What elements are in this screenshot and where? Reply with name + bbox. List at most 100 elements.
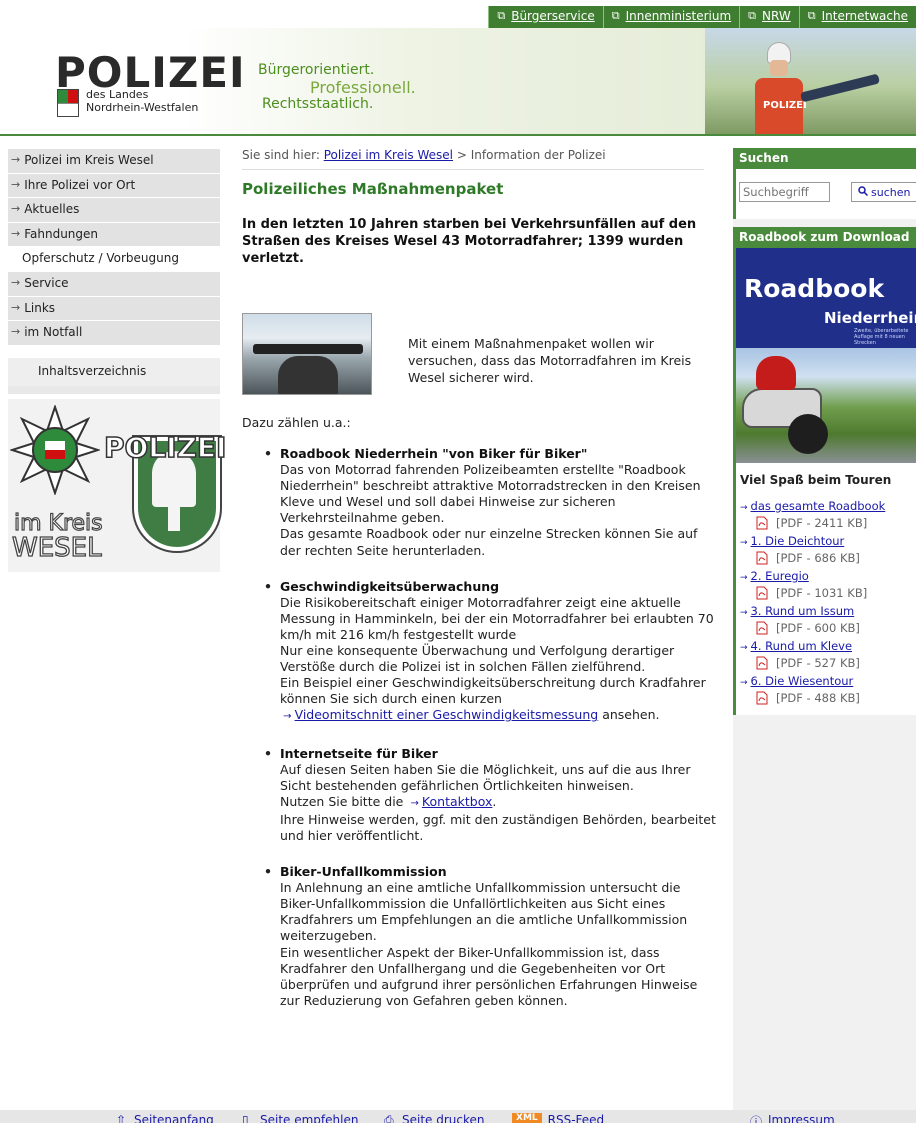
search-input[interactable] bbox=[739, 182, 830, 202]
footer-link-top[interactable]: ⇧ Seitenanfang bbox=[116, 1113, 214, 1123]
bullet-icon: • bbox=[264, 745, 272, 761]
arrow-right-icon: → bbox=[740, 573, 748, 583]
list-item-internetseite: • Internetseite für Biker Auf diesen Sei… bbox=[264, 746, 718, 845]
rss-icon: XML bbox=[512, 1113, 542, 1123]
police-star-icon bbox=[10, 405, 100, 495]
sidebar-item-im-notfall[interactable]: → im Notfall bbox=[8, 321, 220, 346]
search-icon bbox=[858, 186, 869, 201]
arrow-right-icon: → bbox=[740, 608, 748, 618]
sidebar-item-label: Links bbox=[24, 300, 56, 315]
external-link-icon: ⧉ bbox=[807, 9, 816, 22]
top-link-buergerservice[interactable]: ⧉ Bürgerservice bbox=[488, 6, 603, 28]
roadbook-cover-image[interactable]: Roadbook Niederrhein Zweite, überarbeite… bbox=[733, 248, 916, 463]
sidebar-item-service[interactable]: → Service bbox=[8, 271, 220, 297]
footer-link-print[interactable]: ⎙ Seite drucken bbox=[384, 1113, 485, 1123]
top-link-label[interactable]: Innenministerium bbox=[626, 9, 732, 23]
list-item-unfallkommission: • Biker-Unfallkommission In Anlehnung an… bbox=[264, 864, 718, 1009]
item-link-prefix: Nutzen Sie bitte die bbox=[280, 793, 404, 809]
sidebar-item-ihre-polizei-vor-ort[interactable]: → Ihre Polizei vor Ort bbox=[8, 173, 220, 199]
nrw-crest-icon bbox=[57, 89, 79, 117]
tour-link[interactable]: 4. Rund um Kleve bbox=[751, 639, 852, 653]
item-title: Geschwindigkeitsüberwachung bbox=[280, 578, 500, 594]
pdf-icon bbox=[756, 516, 768, 530]
item-link-line: → Videomitschnitt einer Geschwindigkeitsm… bbox=[280, 707, 718, 725]
bullet-icon: • bbox=[264, 446, 272, 461]
sidebar-item-label: im Notfall bbox=[24, 325, 83, 340]
breadcrumb-link[interactable]: Polizei im Kreis Wesel bbox=[324, 148, 453, 162]
pdf-icon bbox=[756, 551, 768, 565]
video-link[interactable]: Videomitschnitt einer Geschwindigkeitsme… bbox=[295, 707, 599, 722]
search-heading: Suchen bbox=[733, 148, 916, 169]
top-links: ⧉ Bürgerservice ⧉ Innenministerium ⧉ NRW ⧉ I… bbox=[488, 6, 916, 28]
item-link-line: Nutzen Sie bitte die → Kontaktbox. bbox=[280, 794, 718, 812]
sidebar-item-polizei-im-kreis-wesel[interactable]: → Polizei im Kreis Wesel bbox=[8, 149, 220, 174]
item-text-2: Nur eine konsequente Überwachung und Ver… bbox=[280, 643, 675, 675]
arrow-right-icon: → bbox=[11, 275, 21, 289]
tour-item: → 4. Rund um Kleve [PDF - 527 KB] bbox=[740, 639, 916, 670]
roadbook-cover-subtitle: Niederrhein bbox=[824, 309, 916, 327]
arrow-right-icon: → bbox=[11, 226, 21, 240]
pdf-icon bbox=[756, 656, 768, 670]
sidebar-item-aktuelles[interactable]: → Aktuelles bbox=[8, 198, 220, 223]
sidebar-item-label: Ihre Polizei vor Ort bbox=[24, 177, 136, 192]
tour-heading: Viel Spaß beim Touren bbox=[733, 463, 916, 493]
arrow-right-icon: → bbox=[11, 202, 21, 216]
header-photo-police-officer: POLIZEI bbox=[705, 28, 916, 134]
footer-link-imprint[interactable]: ⓘ Impressum bbox=[750, 1113, 835, 1123]
tour-file-info: [PDF - 686 KB] bbox=[776, 551, 860, 565]
sidebar-item-label: Polizei im Kreis Wesel bbox=[24, 153, 154, 167]
pdf-icon bbox=[756, 586, 768, 600]
top-link-label[interactable]: Bürgerservice bbox=[511, 9, 594, 23]
tour-download-list: → das gesamte Roadbook [PDF - 2411 KB] → 1… bbox=[733, 493, 916, 715]
top-link-internetwache[interactable]: ⧉ Internetwache bbox=[798, 6, 916, 28]
search-button[interactable]: suchen bbox=[851, 182, 916, 202]
printer-icon: ⎙ bbox=[384, 1113, 394, 1123]
kontaktbox-link[interactable]: Kontaktbox bbox=[422, 794, 492, 809]
tour-file-info: [PDF - 488 KB] bbox=[776, 691, 860, 705]
lead-paragraph: In den letzten 10 Jahren starben bei Ver… bbox=[242, 217, 697, 266]
page-footer: ⇧ Seitenanfang ▯ Seite empfehlen ⎙ Seite dr… bbox=[0, 1110, 916, 1123]
item-title: Biker-Unfallkommission bbox=[280, 864, 447, 880]
top-link-nrw[interactable]: ⧉ NRW bbox=[739, 6, 799, 28]
footer-link-recommend[interactable]: ▯ Seite empfehlen bbox=[242, 1113, 358, 1123]
list-intro: Dazu zählen u.a.: bbox=[242, 415, 351, 430]
tour-link[interactable]: 2. Euregio bbox=[751, 569, 809, 583]
sidebar-item-opferschutz[interactable]: Opferschutz / Vorbeugung bbox=[8, 247, 220, 272]
footer-link-label: Seite empfehlen bbox=[260, 1113, 359, 1123]
roadbook-heading: Roadbook zum Download bbox=[733, 227, 916, 248]
sidebar-item-fahndungen[interactable]: → Fahndungen bbox=[8, 222, 220, 248]
tour-link[interactable]: 1. Die Deichtour bbox=[751, 534, 845, 548]
breadcrumb-prefix: Sie sind hier: bbox=[242, 148, 320, 162]
vest-lettering: POLIZEI bbox=[763, 100, 807, 111]
pdf-icon bbox=[756, 691, 768, 705]
sidebar-divider bbox=[8, 385, 220, 394]
tour-link[interactable]: 3. Rund um Issum bbox=[751, 604, 855, 618]
tour-link[interactable]: 6. Die Wiesentour bbox=[751, 674, 854, 688]
top-link-bar: ⧉ Bürgerservice ⧉ Innenministerium ⧉ NRW ⧉ I… bbox=[0, 0, 916, 28]
footer-link-rss[interactable]: XML RSS-Feed bbox=[512, 1113, 604, 1123]
sidebar-item-links[interactable]: → Links bbox=[8, 296, 220, 322]
sidebar-item-inhaltsverzeichnis[interactable]: Inhaltsverzeichnis bbox=[8, 357, 220, 386]
kreis-wesel-crest: POLIZEI im Kreis WESEL bbox=[8, 399, 227, 572]
tour-file-info: [PDF - 527 KB] bbox=[776, 656, 860, 670]
item-link-suffix: . bbox=[492, 793, 497, 809]
list-item-geschwindigkeit: • Geschwindigkeitsüberwachung Die Risiko… bbox=[264, 579, 718, 726]
top-link-label[interactable]: Internetwache bbox=[822, 9, 908, 23]
intro-text: Mit einem Maßnahmenpaket wollen wir vers… bbox=[408, 336, 692, 385]
top-link-label[interactable]: NRW bbox=[762, 9, 791, 23]
tour-item: → 2. Euregio [PDF - 1031 KB] bbox=[740, 569, 916, 600]
intro-block: Mit einem Maßnahmenpaket wollen wir vers… bbox=[242, 313, 718, 395]
logo-subtitle-2: Nordrhein-Westfalen bbox=[86, 101, 199, 114]
breadcrumb-current: Information der Polizei bbox=[470, 148, 606, 162]
logo-subtitle-1: des Landes bbox=[86, 88, 149, 101]
item-text: Die Risikobereitschaft einiger Motorradf… bbox=[280, 594, 714, 642]
sidebar-item-label: Fahndungen bbox=[24, 226, 99, 241]
top-link-innenministerium[interactable]: ⧉ Innenministerium bbox=[602, 6, 740, 28]
logo-wordmark[interactable]: POLIZEI bbox=[55, 48, 246, 97]
footer-link-label: Seite drucken bbox=[402, 1113, 485, 1123]
tour-file-info: [PDF - 600 KB] bbox=[776, 621, 860, 635]
tour-file-info: [PDF - 1031 KB] bbox=[776, 586, 868, 600]
tour-item: → 6. Die Wiesentour [PDF - 488 KB] bbox=[740, 674, 916, 705]
tour-link[interactable]: das gesamte Roadbook bbox=[751, 499, 886, 513]
tour-file-info: [PDF - 2411 KB] bbox=[776, 516, 868, 530]
